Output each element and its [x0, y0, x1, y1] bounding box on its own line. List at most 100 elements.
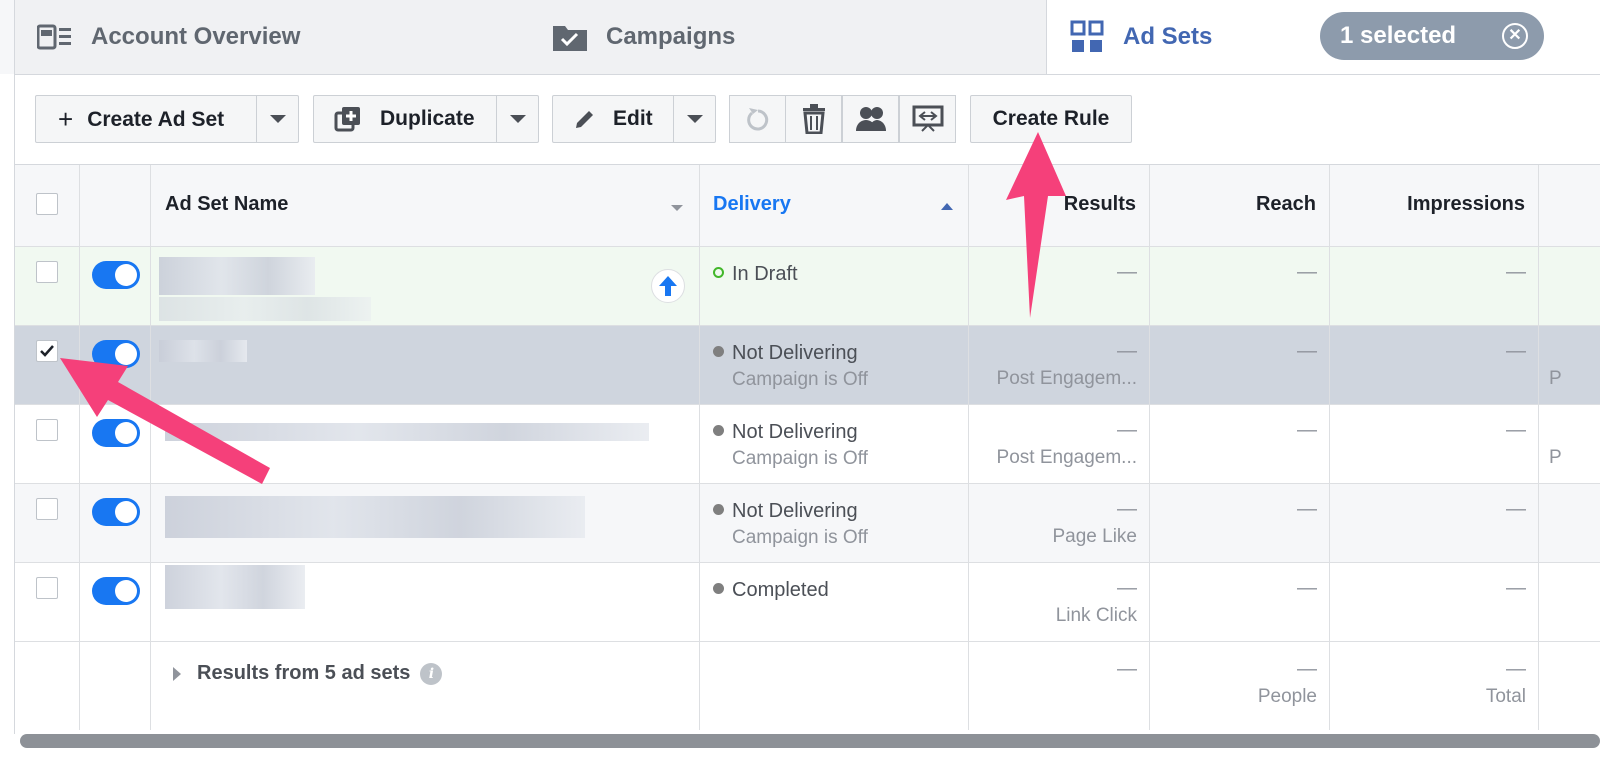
duplicate-button[interactable]: Duplicate — [313, 95, 539, 143]
tab-label: Account Overview — [91, 23, 301, 50]
results-type: Post Engagem... — [996, 447, 1137, 468]
edit-button[interactable]: Edit — [552, 95, 716, 143]
select-all-checkbox[interactable] — [36, 193, 58, 215]
row-toggle[interactable] — [92, 498, 140, 526]
create-rule-button[interactable]: Create Rule — [970, 95, 1132, 143]
impressions-value: — — [1506, 419, 1526, 441]
results-value: — — [1117, 261, 1137, 283]
preview-icon — [912, 105, 943, 132]
status-sub-label: Campaign is Off — [732, 369, 868, 390]
trash-icon — [802, 104, 825, 134]
delivery-status: Not Delivering Campaign is Off — [713, 500, 868, 549]
summary-label-wrap[interactable]: Results from 5 ad sets i — [173, 662, 443, 685]
row-checkbox-checked[interactable] — [36, 340, 58, 362]
delete-button[interactable] — [785, 95, 842, 143]
expand-triangle-icon[interactable] — [173, 666, 181, 681]
row-checkbox[interactable] — [36, 419, 58, 441]
row-toggle[interactable] — [92, 577, 140, 605]
reach-total: — — [1297, 658, 1317, 680]
header-ad-set-name[interactable]: Ad Set Name — [165, 193, 288, 216]
header-delivery[interactable]: Delivery — [713, 193, 791, 216]
delivery-status: In Draft — [713, 263, 798, 286]
selected-count-label: 1 selected — [1340, 22, 1457, 49]
status-dot-icon — [713, 346, 724, 357]
checkmark-icon — [40, 345, 54, 357]
edit-dropdown-button[interactable] — [673, 96, 715, 142]
duplicate-dropdown-button[interactable] — [496, 96, 538, 142]
duplicate-label: Duplicate — [380, 107, 475, 130]
create-dropdown-button[interactable] — [256, 96, 298, 142]
status-dot-icon — [713, 425, 724, 436]
tab-campaigns[interactable]: Campaigns — [530, 0, 1060, 74]
status-label: Not Delivering — [732, 342, 858, 364]
create-ad-set-button[interactable]: + Create Ad Set — [35, 95, 299, 143]
selected-count-badge: 1 selected ✕ — [1320, 12, 1544, 60]
tab-bar: Account Overview Campaigns Ad Sets 1 sel… — [0, 0, 1600, 74]
pencil-icon — [576, 111, 593, 128]
info-icon[interactable]: i — [420, 662, 443, 685]
revert-button[interactable] — [729, 95, 786, 143]
row-checkbox[interactable] — [36, 261, 58, 283]
column-divider — [1149, 165, 1150, 730]
column-divider — [150, 165, 151, 730]
table-row[interactable]: Not Delivering Campaign is Off — Page Lik… — [15, 484, 1600, 563]
chevron-down-icon — [686, 115, 703, 123]
status-label: Completed — [732, 579, 829, 601]
horizontal-scrollbar[interactable] — [20, 734, 1600, 748]
table-row[interactable]: In Draft — — — — [15, 247, 1600, 326]
row-toggle[interactable] — [92, 340, 140, 368]
column-divider — [1538, 165, 1539, 730]
create-rule-label: Create Rule — [992, 107, 1110, 130]
draft-status-icon — [713, 267, 724, 278]
delivery-status: Completed — [713, 579, 829, 602]
impressions-value: — — [1506, 498, 1526, 520]
table-row[interactable]: Not Delivering Campaign is Off — Post Eng… — [15, 405, 1600, 484]
summary-row: Results from 5 ad sets i — — People — To… — [15, 642, 1600, 730]
next-column-clip: P — [1549, 368, 1562, 389]
header-reach[interactable]: Reach — [1256, 193, 1316, 216]
row-checkbox[interactable] — [36, 577, 58, 599]
plus-icon: + — [58, 103, 74, 134]
results-type: Link Click — [1055, 605, 1137, 626]
table-header-row: Ad Set Name Delivery Results Reach Impre… — [15, 165, 1600, 247]
redacted-name — [165, 496, 585, 538]
tab-label: Ad Sets — [1123, 23, 1213, 50]
sort-down-icon[interactable] — [671, 205, 683, 211]
reach-value: — — [1297, 340, 1317, 362]
results-value: — — [1117, 498, 1137, 520]
row-checkbox[interactable] — [36, 498, 58, 520]
status-sub-label: Campaign is Off — [732, 527, 868, 548]
status-sub-label: Campaign is Off — [732, 448, 868, 469]
edit-label: Edit — [613, 107, 653, 130]
reach-value: — — [1297, 419, 1317, 441]
impressions-value: — — [1506, 577, 1526, 599]
header-results[interactable]: Results — [1064, 193, 1136, 216]
status-dot-icon — [713, 504, 724, 515]
results-total: — — [1117, 658, 1137, 680]
chevron-down-icon — [509, 115, 526, 123]
results-value: — — [1117, 419, 1137, 441]
column-divider — [968, 165, 969, 730]
publish-button[interactable] — [651, 269, 685, 303]
table-row[interactable]: Completed — Link Click — — — [15, 563, 1600, 642]
reach-value: — — [1297, 261, 1317, 283]
impressions-value: — — [1506, 261, 1526, 283]
duplicate-icon — [334, 107, 360, 132]
preview-button[interactable] — [899, 95, 956, 143]
account-overview-icon — [37, 19, 73, 55]
column-divider — [1329, 165, 1330, 730]
row-toggle[interactable] — [92, 419, 140, 447]
results-type: Page Like — [1052, 526, 1137, 547]
table-row-selected[interactable]: Not Delivering Campaign is Off — Post Eng… — [15, 326, 1600, 405]
audience-button[interactable] — [842, 95, 899, 143]
upload-arrow-icon — [659, 276, 677, 296]
tab-account-overview[interactable]: Account Overview — [14, 0, 544, 74]
row-toggle[interactable] — [92, 261, 140, 289]
summary-label: Results from 5 ad sets — [197, 662, 411, 684]
redacted-name — [159, 340, 247, 362]
close-icon[interactable]: ✕ — [1502, 23, 1528, 49]
ad-sets-table: Ad Set Name Delivery Results Reach Impre… — [14, 164, 1600, 734]
sort-up-icon[interactable] — [941, 203, 953, 210]
header-impressions[interactable]: Impressions — [1407, 193, 1525, 216]
revert-icon — [746, 108, 768, 131]
